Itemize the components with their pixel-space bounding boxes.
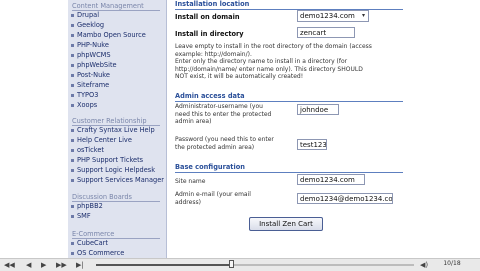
install-directory-label: Install in directory: [175, 30, 244, 38]
left-margin: [0, 0, 68, 258]
admin-email-input[interactable]: demo1234@demo1234.co: [297, 193, 393, 204]
fast-forward-icon[interactable]: ▶▶: [56, 261, 67, 269]
directory-help: Leave empty to install in the root direc…: [175, 43, 372, 80]
skip-back-icon[interactable]: ◀◀: [4, 261, 15, 269]
video-player-controls: ◀◀ ◀ ▶ ▶▶ ▶| ◀): [0, 258, 480, 271]
progress-track[interactable]: [96, 264, 414, 266]
section-divider: [175, 101, 403, 102]
right-margin: [407, 0, 480, 258]
admin-email-label: Admin e-mail (your email address): [175, 191, 251, 206]
install-domain-label: Install on domain: [175, 13, 240, 21]
admin-username-input[interactable]: johndoe: [297, 104, 339, 115]
skip-end-icon[interactable]: ▶|: [76, 261, 84, 269]
sidebar-category-discussion-boards: Discussion Boards: [72, 193, 132, 201]
progress-fill: [96, 264, 233, 266]
install-form: Installation location Install on domain …: [167, 0, 407, 258]
sidebar-category-content-management: Content Management: [72, 2, 144, 10]
domain-select[interactable]: demo1234.com ▾: [297, 10, 369, 22]
slide-counter: 10/18: [443, 260, 461, 267]
sidebar-category-crm: Customer Relationship: [72, 117, 147, 125]
progress-scrubber[interactable]: [229, 260, 234, 268]
site-name-label: Site name: [175, 178, 206, 185]
sidebar-category-ecommerce: E-Commerce: [72, 230, 115, 238]
section-admin-access: Admin access data: [175, 92, 245, 100]
section-installation-location: Installation location: [175, 0, 250, 8]
volume-icon[interactable]: ◀): [420, 261, 428, 269]
domain-select-value: demo1234.com: [300, 12, 355, 20]
play-icon[interactable]: ▶: [41, 261, 46, 269]
site-name-input[interactable]: demo1234.com: [297, 174, 365, 185]
install-button[interactable]: Install Zen Cart: [249, 217, 323, 231]
directory-input[interactable]: zencart: [297, 27, 355, 38]
section-divider: [175, 172, 403, 173]
chevron-down-icon: ▾: [361, 12, 365, 19]
password-input[interactable]: test123: [297, 139, 327, 150]
admin-username-label: Administrator-username (you need this to…: [175, 103, 272, 125]
password-label: Password (you need this to enter the pro…: [175, 136, 274, 151]
rewind-icon[interactable]: ◀: [26, 261, 31, 269]
section-base-configuration: Base configuration: [175, 163, 245, 171]
script-list-sidebar: Content Management Drupal Geeklog Mambo …: [68, 0, 167, 258]
